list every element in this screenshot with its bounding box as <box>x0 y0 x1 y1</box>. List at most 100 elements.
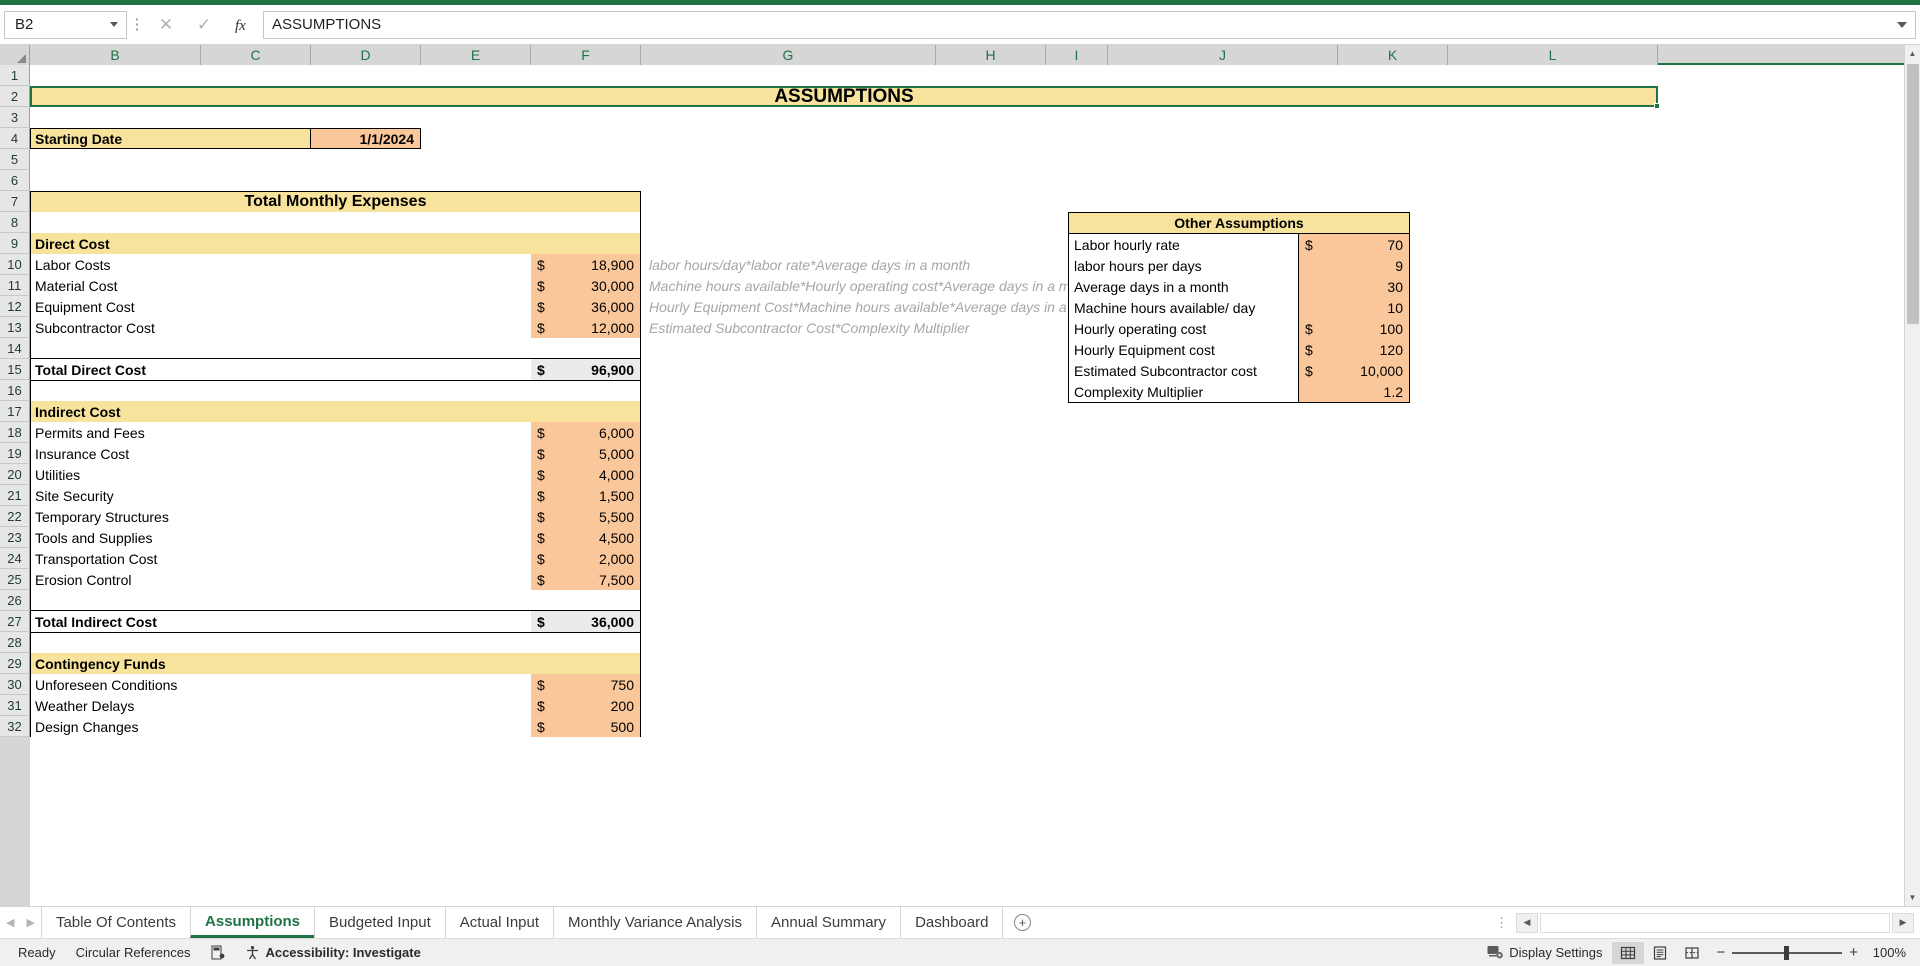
column-header-C[interactable]: C <box>201 45 311 65</box>
section-header-1[interactable]: Indirect Cost <box>30 401 641 422</box>
close-icon[interactable]: ✕ <box>147 11 185 39</box>
sheet-tab-budgeted-input[interactable]: Budgeted Input <box>314 907 446 938</box>
formula-input[interactable]: ASSUMPTIONS <box>263 10 1916 39</box>
row-header-25[interactable]: 25 <box>0 569 30 590</box>
name-box[interactable]: B2 <box>4 10 127 39</box>
expense-label[interactable]: Material Cost <box>30 275 531 296</box>
expense-value[interactable]: $5,500 <box>531 506 641 527</box>
sheet-tab-monthly-variance-analysis[interactable]: Monthly Variance Analysis <box>553 907 757 938</box>
horizontal-scroll-track[interactable] <box>1540 912 1890 933</box>
section-total-label[interactable]: Total Direct Cost <box>30 359 531 380</box>
row-header-18[interactable]: 18 <box>0 422 30 443</box>
row-header-10[interactable]: 10 <box>0 254 30 275</box>
column-header-E[interactable]: E <box>421 45 531 65</box>
row-header-15[interactable]: 15 <box>0 359 30 380</box>
split-handle-icon[interactable]: ⋮ <box>1489 916 1514 929</box>
hscroll-left-icon[interactable]: ◀ <box>1516 912 1538 933</box>
row-header-9[interactable]: 9 <box>0 233 30 254</box>
row-header-11[interactable]: 11 <box>0 275 30 296</box>
expense-label[interactable]: Tools and Supplies <box>30 527 531 548</box>
formula-bar-options-icon[interactable]: ⋮ <box>127 17 147 32</box>
row-header-3[interactable]: 3 <box>0 107 30 128</box>
expense-label[interactable]: Site Security <box>30 485 531 506</box>
assumptions-title[interactable]: ASSUMPTIONS <box>30 86 1658 107</box>
expense-value[interactable]: $36,000 <box>531 296 641 317</box>
section-header-2[interactable]: Contingency Funds <box>30 653 641 674</box>
expense-label[interactable]: Temporary Structures <box>30 506 531 527</box>
normal-view-button[interactable] <box>1612 941 1645 964</box>
expense-value[interactable]: $6,000 <box>531 422 641 443</box>
column-header-B[interactable]: B <box>30 45 201 65</box>
row-header-23[interactable]: 23 <box>0 527 30 548</box>
column-header-G[interactable]: G <box>641 45 936 65</box>
row-header-5[interactable]: 5 <box>0 149 30 170</box>
row-header-32[interactable]: 32 <box>0 716 30 737</box>
section-total-value[interactable]: $96,900 <box>531 359 641 380</box>
row-header-19[interactable]: 19 <box>0 443 30 464</box>
column-header-I[interactable]: I <box>1046 45 1108 65</box>
expense-label[interactable]: Utilities <box>30 464 531 485</box>
expense-value[interactable]: $2,000 <box>531 548 641 569</box>
row-header-2[interactable]: 2 <box>0 86 30 107</box>
assumption-value-cell[interactable]: 10 <box>1299 297 1409 318</box>
chevron-down-icon[interactable] <box>110 22 118 27</box>
row-header-6[interactable]: 6 <box>0 170 30 191</box>
scroll-down-icon[interactable]: ▼ <box>1904 889 1920 906</box>
assumption-value-cell[interactable]: $120 <box>1299 339 1409 360</box>
assumption-value-cell[interactable]: 9 <box>1299 255 1409 276</box>
expense-value[interactable]: $750 <box>531 674 641 695</box>
insert-function-icon[interactable]: fx <box>223 11 261 39</box>
expense-value[interactable]: $200 <box>531 695 641 716</box>
zoom-level[interactable]: 100% <box>1866 945 1912 960</box>
expense-label[interactable]: Erosion Control <box>30 569 531 590</box>
cells-area[interactable]: Other Assumptions Labor hourly rate $70 la… <box>30 65 1920 906</box>
expand-formula-bar-icon[interactable] <box>1897 21 1907 28</box>
page-break-view-button[interactable] <box>1676 942 1708 964</box>
starting-date-label[interactable]: Starting Date <box>30 128 311 149</box>
column-header-J[interactable]: J <box>1108 45 1338 65</box>
record-macro-icon[interactable] <box>200 945 235 960</box>
expense-label[interactable]: Design Changes <box>30 716 531 737</box>
column-header-L[interactable]: L <box>1448 45 1658 65</box>
hscroll-right-icon[interactable]: ▶ <box>1892 912 1914 933</box>
blank-cell[interactable] <box>30 212 641 233</box>
expense-label[interactable]: Insurance Cost <box>30 443 531 464</box>
expense-label[interactable]: Equipment Cost <box>30 296 531 317</box>
row-header-21[interactable]: 21 <box>0 485 30 506</box>
row-header-31[interactable]: 31 <box>0 695 30 716</box>
expense-value[interactable]: $4,000 <box>531 464 641 485</box>
row-header-14[interactable]: 14 <box>0 338 30 359</box>
column-header-H[interactable]: H <box>936 45 1046 65</box>
blank-cell[interactable] <box>30 380 641 401</box>
assumption-value-cell[interactable]: 30 <box>1299 276 1409 297</box>
assumption-value-cell[interactable]: $70 <box>1299 234 1409 255</box>
expense-value[interactable]: $7,500 <box>531 569 641 590</box>
assumption-value-cell[interactable]: $100 <box>1299 318 1409 339</box>
expense-value[interactable]: $1,500 <box>531 485 641 506</box>
sheet-tab-annual-summary[interactable]: Annual Summary <box>756 907 902 938</box>
row-header-12[interactable]: 12 <box>0 296 30 317</box>
column-header-K[interactable]: K <box>1338 45 1448 65</box>
row-header-20[interactable]: 20 <box>0 464 30 485</box>
zoom-in-button[interactable]: + <box>1849 944 1858 961</box>
expense-label[interactable]: Weather Delays <box>30 695 531 716</box>
select-all-corner[interactable] <box>0 45 30 65</box>
chevron-right-icon[interactable]: ▶ <box>26 916 34 929</box>
section-total-label[interactable]: Total Indirect Cost <box>30 611 531 632</box>
check-icon[interactable]: ✓ <box>185 11 223 39</box>
sheet-tab-table-of-contents[interactable]: Table Of Contents <box>40 907 192 938</box>
add-sheet-button[interactable]: + <box>1002 907 1042 938</box>
chevron-left-icon[interactable]: ◀ <box>6 916 14 929</box>
row-header-28[interactable]: 28 <box>0 632 30 653</box>
row-header-13[interactable]: 13 <box>0 317 30 338</box>
expense-value[interactable]: $18,900 <box>531 254 641 275</box>
expense-label[interactable]: Labor Costs <box>30 254 531 275</box>
sheet-tab-dashboard[interactable]: Dashboard <box>900 907 1004 938</box>
blank-cell[interactable] <box>30 338 641 359</box>
zoom-track[interactable] <box>1732 945 1843 960</box>
expense-value[interactable]: $500 <box>531 716 641 737</box>
expense-value[interactable]: $30,000 <box>531 275 641 296</box>
zoom-out-button[interactable]: − <box>1716 944 1725 961</box>
row-header-24[interactable]: 24 <box>0 548 30 569</box>
row-header-4[interactable]: 4 <box>0 128 30 149</box>
